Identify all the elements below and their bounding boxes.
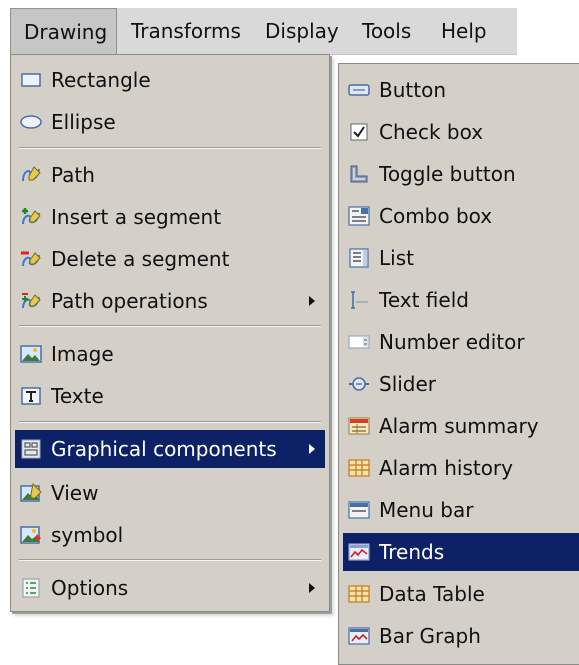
rectangle-icon bbox=[20, 70, 42, 90]
combo-box-icon bbox=[348, 206, 370, 226]
submenu-item-alarm-history[interactable]: Alarm history bbox=[343, 449, 579, 487]
submenu-item-number-editor[interactable]: Number editor bbox=[343, 323, 579, 361]
submenu-item-toggle-button[interactable]: Toggle button bbox=[343, 155, 579, 193]
menu-separator bbox=[19, 325, 321, 327]
submenu-item-bar-graph[interactable]: Bar Graph bbox=[343, 617, 579, 655]
menu-item-label: Path bbox=[51, 163, 95, 187]
bar-graph-icon bbox=[348, 626, 370, 646]
submenu-item-button[interactable]: Button bbox=[343, 71, 579, 109]
menu-item-label: Rectangle bbox=[51, 68, 151, 92]
menu-item-label: Toggle button bbox=[379, 162, 516, 186]
menu-tools[interactable]: Tools bbox=[349, 8, 424, 54]
menu-item-label: Options bbox=[51, 576, 129, 600]
submenu-item-slider[interactable]: Slider bbox=[343, 365, 579, 403]
menu-display[interactable]: Display bbox=[252, 8, 352, 54]
graphical-components-submenu: Button Check box Toggle button Combo box… bbox=[338, 63, 579, 665]
submenu-item-menu-bar[interactable]: Menu bar bbox=[343, 491, 579, 529]
submenu-item-alarm-summary[interactable]: Alarm summary bbox=[343, 407, 579, 445]
menu-item-options[interactable]: Options bbox=[15, 569, 325, 607]
menu-item-rectangle[interactable]: Rectangle bbox=[15, 61, 325, 99]
menu-bar: Drawing Transforms Display Tools Help bbox=[10, 8, 517, 55]
menu-item-label: Check box bbox=[379, 120, 484, 144]
path-operations-icon bbox=[20, 291, 42, 311]
menu-item-label: List bbox=[379, 246, 414, 270]
menu-item-label: Insert a segment bbox=[51, 205, 222, 229]
menu-help[interactable]: Help bbox=[428, 8, 500, 54]
menu-item-label: Button bbox=[379, 78, 446, 102]
menu-separator bbox=[19, 559, 321, 561]
graphical-components-icon bbox=[20, 439, 42, 459]
menu-item-label: Number editor bbox=[379, 330, 525, 354]
menu-item-label: Data Table bbox=[379, 582, 485, 606]
menu-drawing[interactable]: Drawing bbox=[10, 8, 117, 54]
alarm-history-icon bbox=[348, 458, 370, 478]
drawing-menu: Rectangle Ellipse Path Insert a segment … bbox=[10, 54, 330, 612]
submenu-item-check-box[interactable]: Check box bbox=[343, 113, 579, 151]
submenu-arrow-icon bbox=[309, 296, 315, 306]
checkbox-icon bbox=[348, 122, 370, 142]
menu-separator bbox=[19, 421, 321, 423]
menu-item-label: Image bbox=[51, 342, 114, 366]
menu-item-image[interactable]: Image bbox=[15, 335, 325, 373]
submenu-item-list[interactable]: List bbox=[343, 239, 579, 277]
menu-item-label: Delete a segment bbox=[51, 247, 230, 271]
options-icon bbox=[20, 578, 42, 598]
trends-icon bbox=[348, 542, 370, 562]
menu-item-label: Graphical components bbox=[51, 437, 277, 461]
text-field-icon bbox=[348, 290, 370, 310]
submenu-arrow-icon bbox=[309, 444, 315, 454]
menu-item-path[interactable]: Path bbox=[15, 156, 325, 194]
ellipse-icon bbox=[20, 112, 42, 132]
image-icon bbox=[20, 344, 42, 364]
menu-item-label: Text field bbox=[379, 288, 469, 312]
menu-item-symbol[interactable]: symbol bbox=[15, 516, 325, 554]
menu-item-label: Combo box bbox=[379, 204, 493, 228]
view-icon bbox=[20, 483, 42, 503]
menu-item-label: Trends bbox=[379, 540, 445, 564]
number-editor-icon bbox=[348, 332, 370, 352]
menu-item-insert-segment[interactable]: Insert a segment bbox=[15, 198, 325, 236]
menu-item-label: Texte bbox=[51, 384, 104, 408]
menu-item-label: Menu bar bbox=[379, 498, 474, 522]
menu-item-label: Bar Graph bbox=[379, 624, 481, 648]
delete-segment-icon bbox=[20, 249, 42, 269]
button-icon bbox=[348, 80, 370, 100]
menu-bar-icon bbox=[348, 500, 370, 520]
insert-segment-icon bbox=[20, 207, 42, 227]
list-icon bbox=[348, 248, 370, 268]
menu-item-label: Path operations bbox=[51, 289, 208, 313]
menu-item-delete-segment[interactable]: Delete a segment bbox=[15, 240, 325, 278]
slider-icon bbox=[348, 374, 370, 394]
menu-item-graphical-components[interactable]: Graphical components bbox=[15, 430, 325, 468]
submenu-item-trends[interactable]: Trends bbox=[343, 533, 579, 571]
menu-item-label: View bbox=[51, 481, 99, 505]
menu-item-ellipse[interactable]: Ellipse bbox=[15, 103, 325, 141]
submenu-item-combo-box[interactable]: Combo box bbox=[343, 197, 579, 235]
toggle-button-icon bbox=[348, 164, 370, 184]
text-icon bbox=[20, 386, 42, 406]
menu-item-texte[interactable]: Texte bbox=[15, 377, 325, 415]
submenu-item-text-field[interactable]: Text field bbox=[343, 281, 579, 319]
submenu-arrow-icon bbox=[309, 583, 315, 593]
menu-item-label: Ellipse bbox=[51, 110, 116, 134]
data-table-icon bbox=[348, 584, 370, 604]
alarm-summary-icon bbox=[348, 416, 370, 436]
path-icon bbox=[20, 165, 42, 185]
submenu-item-data-table[interactable]: Data Table bbox=[343, 575, 579, 613]
symbol-icon bbox=[20, 525, 42, 545]
menu-transforms[interactable]: Transforms bbox=[118, 8, 254, 54]
menu-item-view[interactable]: View bbox=[15, 474, 325, 512]
menu-item-label: Slider bbox=[379, 372, 437, 396]
menu-item-label: Alarm history bbox=[379, 456, 513, 480]
menu-item-label: symbol bbox=[51, 523, 124, 547]
menu-item-path-operations[interactable]: Path operations bbox=[15, 282, 325, 320]
menu-item-label: Alarm summary bbox=[379, 414, 539, 438]
menu-separator bbox=[19, 147, 321, 149]
